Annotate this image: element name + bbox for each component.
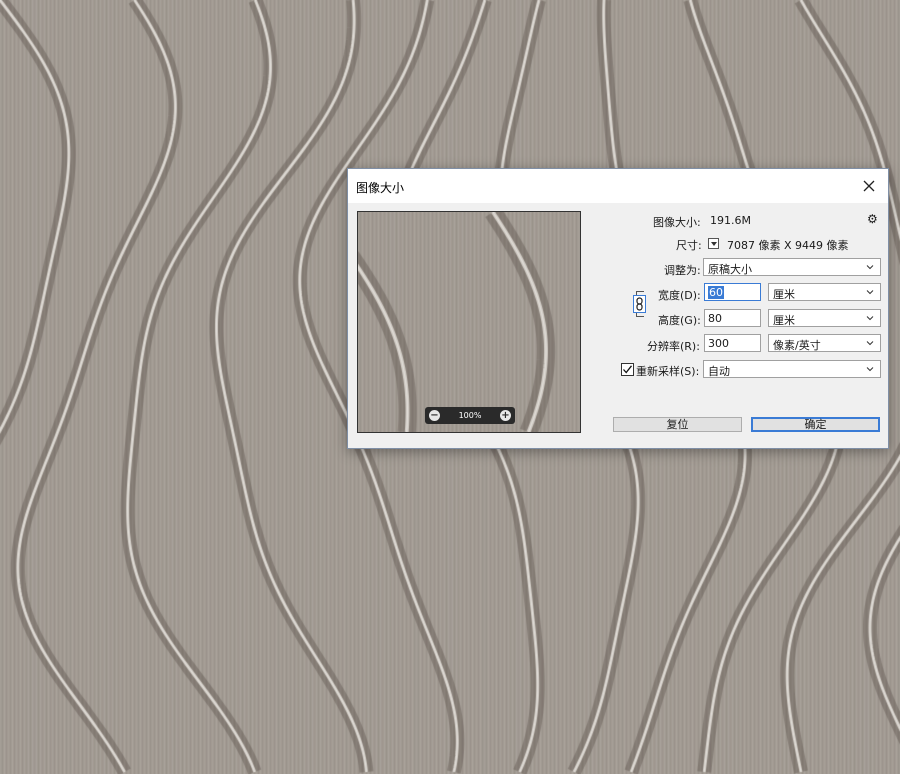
chevron-down-icon [866, 290, 874, 295]
resample-value: 自动 [708, 365, 730, 378]
resolution-input[interactable]: 300 [704, 334, 761, 352]
fit-to-label: 调整为: [664, 264, 701, 277]
fit-to-value: 原稿大小 [708, 263, 752, 276]
width-value: 60 [708, 286, 724, 299]
height-unit: 厘米 [773, 314, 795, 327]
dimensions-label: 尺寸: [676, 239, 702, 252]
image-size-label: 图像大小: [653, 216, 701, 229]
chevron-down-icon [866, 341, 874, 346]
image-size-value: 191.6M [710, 214, 751, 227]
resolution-value: 300 [708, 337, 729, 350]
dimensions-dropdown[interactable] [708, 238, 719, 249]
height-value: 80 [708, 312, 722, 325]
resample-select[interactable]: 自动 [703, 360, 881, 378]
width-unit: 厘米 [773, 288, 795, 301]
dialog-title: 图像大小 [356, 181, 405, 195]
resample-checkbox[interactable] [621, 363, 634, 376]
reset-button[interactable]: 复位 [613, 417, 742, 432]
zoom-control: − 100% + [425, 407, 515, 424]
dimensions-value: 7087 像素 X 9449 像素 [727, 239, 849, 252]
width-unit-select[interactable]: 厘米 [768, 283, 881, 301]
resample-label: 重新采样(S): [636, 365, 700, 378]
gear-icon[interactable]: ⚙ [867, 212, 878, 226]
width-label: 宽度(D): [658, 289, 701, 302]
close-icon[interactable] [858, 175, 880, 197]
height-unit-select[interactable]: 厘米 [768, 309, 881, 327]
fit-to-select[interactable]: 原稿大小 [703, 258, 881, 276]
zoom-level: 100% [458, 411, 482, 420]
preview-image [358, 212, 580, 432]
zoom-in-icon[interactable]: + [500, 410, 511, 421]
image-preview[interactable]: − 100% + [357, 211, 581, 433]
height-label: 高度(G): [658, 314, 701, 327]
width-input[interactable]: 60 [704, 283, 761, 301]
link-icon[interactable] [633, 295, 646, 313]
image-size-dialog: 图像大小 − 100% + 图像大小: 191.6M ⚙ 尺寸: 7087 像素… [347, 168, 889, 449]
zoom-out-icon[interactable]: − [429, 410, 440, 421]
chevron-down-icon [866, 265, 874, 270]
chevron-down-icon [866, 316, 874, 321]
resolution-unit: 像素/英寸 [773, 339, 821, 352]
resolution-label: 分辨率(R): [647, 340, 700, 353]
ok-button[interactable]: 确定 [751, 417, 880, 432]
resolution-unit-select[interactable]: 像素/英寸 [768, 334, 881, 352]
chevron-down-icon [866, 367, 874, 372]
height-input[interactable]: 80 [704, 309, 761, 327]
dialog-titlebar: 图像大小 [348, 169, 888, 203]
